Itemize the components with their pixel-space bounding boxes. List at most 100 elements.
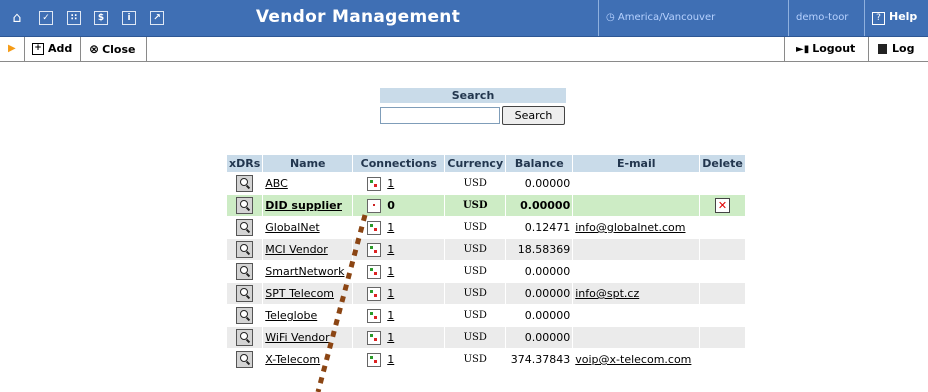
email-cell: voip@x-telecom.com xyxy=(573,349,700,370)
vendor-name-link[interactable]: WiFi Vendor xyxy=(265,331,329,344)
email-link[interactable]: voip@x-telecom.com xyxy=(575,353,691,366)
magnifier-icon[interactable] xyxy=(236,197,254,214)
table-row[interactable]: X-Telecom 1 USD 374.37843 voip@x-telecom.com xyxy=(227,349,745,370)
connections-count-link[interactable]: 1 xyxy=(387,331,394,344)
magnifier-icon[interactable] xyxy=(236,241,254,258)
delete-cell xyxy=(700,239,745,260)
search-button[interactable]: Search xyxy=(502,106,565,125)
divider xyxy=(788,0,789,36)
xdrs-cell xyxy=(227,261,263,282)
email-cell xyxy=(573,261,700,282)
connections-icon[interactable] xyxy=(367,264,382,279)
divider xyxy=(864,0,865,36)
currency-cell: USD xyxy=(445,349,506,370)
delete-cell: ✕ xyxy=(700,195,745,216)
help-label: Help xyxy=(889,10,918,23)
delete-cell xyxy=(700,305,745,326)
table-row[interactable]: Teleglobe 1 USD 0.00000 xyxy=(227,305,745,326)
vendor-name-link[interactable]: MCI Vendor xyxy=(265,243,328,256)
add-button[interactable]: + Add xyxy=(32,37,72,61)
play-icon[interactable]: ▶ xyxy=(8,37,16,61)
table-row[interactable]: GlobalNet 1 USD 0.12471 info@globalnet.com xyxy=(227,217,745,238)
connections-icon[interactable] xyxy=(367,352,382,367)
balance-cell: 374.37843 xyxy=(506,349,573,370)
timezone-label: America/Vancouver xyxy=(617,12,716,23)
magnifier-icon[interactable] xyxy=(236,285,254,302)
xdrs-cell xyxy=(227,173,263,194)
vendor-name-link[interactable]: DID supplier xyxy=(265,199,342,212)
connections-count-link[interactable]: 1 xyxy=(387,309,394,322)
xdrs-cell xyxy=(227,349,263,370)
connections-count-link[interactable]: 1 xyxy=(387,177,394,190)
connections-icon[interactable] xyxy=(367,286,382,301)
table-row[interactable]: SmartNetwork 1 USD 0.00000 xyxy=(227,261,745,282)
connections-icon[interactable] xyxy=(367,220,382,235)
column-header-currency: Currency xyxy=(445,155,506,172)
delete-icon[interactable]: ✕ xyxy=(715,198,731,213)
balance-cell: 0.00000 xyxy=(506,327,573,348)
balance-cell: 0.00000 xyxy=(506,305,573,326)
magnifier-icon[interactable] xyxy=(236,351,254,368)
vendor-name-link[interactable]: SPT Telecom xyxy=(265,287,334,300)
logout-label: Logout xyxy=(812,42,856,55)
magnifier-icon[interactable] xyxy=(236,219,254,236)
divider xyxy=(868,37,869,61)
vendor-name-link[interactable]: Teleglobe xyxy=(265,309,317,322)
logout-button[interactable]: ►▮ Logout xyxy=(796,37,855,61)
table-row[interactable]: ABC 1 USD 0.00000 xyxy=(227,173,745,194)
connections-icon[interactable] xyxy=(367,308,382,323)
search-input[interactable] xyxy=(380,107,500,124)
vendor-name-link[interactable]: GlobalNet xyxy=(265,221,319,234)
connections-cell: 1 xyxy=(353,239,445,260)
table-row[interactable]: DID supplier 0 USD 0.00000 ✕ xyxy=(227,195,745,216)
delete-cell xyxy=(700,173,745,194)
table-row[interactable]: SPT Telecom 1 USD 0.00000 info@spt.cz xyxy=(227,283,745,304)
magnifier-icon[interactable] xyxy=(236,175,254,192)
vendor-name-link[interactable]: X-Telecom xyxy=(265,353,320,366)
name-cell: X-Telecom xyxy=(263,349,353,370)
connections-cell: 1 xyxy=(353,217,445,238)
vendor-name-link[interactable]: ABC xyxy=(265,177,288,190)
close-label: Close xyxy=(102,43,136,56)
connections-icon[interactable] xyxy=(367,176,382,191)
balance-cell: 18.58369 xyxy=(506,239,573,260)
email-link[interactable]: info@spt.cz xyxy=(575,287,639,300)
add-label: Add xyxy=(48,42,73,55)
plus-icon: + xyxy=(32,43,44,55)
table-row[interactable]: MCI Vendor 1 USD 18.58369 xyxy=(227,239,745,260)
action-toolbar: ▶ + Add ⊗ Close ►▮ Logout Log xyxy=(0,37,928,62)
log-icon xyxy=(878,44,887,54)
timezone-link[interactable]: ◷ America/Vancouver xyxy=(606,12,715,23)
connections-count-link[interactable]: 1 xyxy=(387,353,394,366)
connections-count-link[interactable]: 1 xyxy=(387,221,394,234)
vendor-name-link[interactable]: SmartNetwork xyxy=(265,265,344,278)
connections-icon[interactable] xyxy=(367,198,382,213)
user-link[interactable]: demo-toor xyxy=(796,12,848,23)
name-cell: Teleglobe xyxy=(263,305,353,326)
logout-icon: ►▮ xyxy=(796,44,810,55)
magnifier-icon[interactable] xyxy=(236,263,254,280)
email-cell: info@spt.cz xyxy=(573,283,700,304)
connections-icon[interactable] xyxy=(367,330,382,345)
close-button[interactable]: ⊗ Close xyxy=(89,37,135,61)
delete-cell xyxy=(700,261,745,282)
xdrs-cell xyxy=(227,217,263,238)
connections-count-link[interactable]: 1 xyxy=(387,243,394,256)
magnifier-icon[interactable] xyxy=(236,329,254,346)
log-button[interactable]: Log xyxy=(878,37,914,61)
currency-cell: USD xyxy=(445,327,506,348)
email-cell xyxy=(573,305,700,326)
divider xyxy=(24,37,25,61)
table-row[interactable]: WiFi Vendor 1 USD 0.00000 xyxy=(227,327,745,348)
connections-count-link[interactable]: 1 xyxy=(387,265,394,278)
help-link[interactable]: ? Help xyxy=(872,10,917,25)
email-link[interactable]: info@globalnet.com xyxy=(575,221,685,234)
delete-cell xyxy=(700,217,745,238)
xdrs-cell xyxy=(227,305,263,326)
connections-count-link[interactable]: 1 xyxy=(387,287,394,300)
balance-cell: 0.12471 xyxy=(506,217,573,238)
connections-icon[interactable] xyxy=(367,242,382,257)
magnifier-icon[interactable] xyxy=(236,307,254,324)
xdrs-cell xyxy=(227,195,263,216)
connections-count: 0 xyxy=(387,198,395,212)
